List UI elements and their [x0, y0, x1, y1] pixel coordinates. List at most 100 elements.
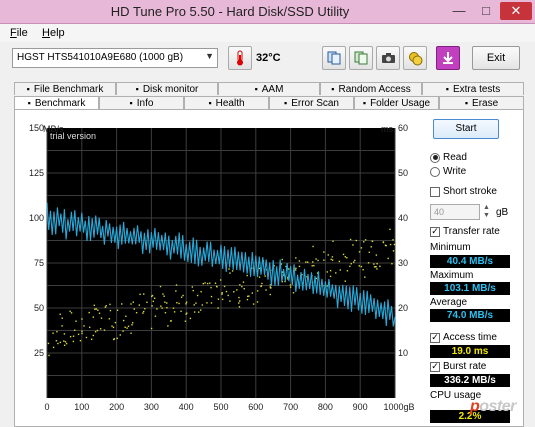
average-label: Average	[430, 297, 468, 308]
access-time-point	[231, 270, 234, 272]
drive-select[interactable]: HGST HTS541010A9E680 (1000 gB) ▼	[12, 48, 218, 68]
access-time-point	[162, 293, 164, 295]
tab-aam[interactable]: ▪ AAM	[218, 82, 320, 95]
average-value: 74.0 MB/s	[430, 309, 510, 322]
access-time-point	[164, 301, 166, 303]
start-button[interactable]: Start	[433, 119, 499, 139]
save-button[interactable]	[436, 46, 460, 70]
access-time-point	[127, 325, 130, 327]
short-stroke-stepper[interactable]: ▲ ▼	[483, 204, 493, 220]
access-time-point	[256, 301, 259, 303]
access-time-point	[130, 303, 132, 305]
access-time-point	[151, 305, 153, 307]
access-time-point	[298, 260, 301, 262]
access-time-checkbox[interactable]: ✓ Access time	[430, 332, 497, 343]
access-time-point	[159, 285, 162, 288]
access-time-point	[116, 309, 119, 311]
tab-info[interactable]: ▪ Info	[99, 96, 184, 109]
access-time-point	[331, 256, 334, 258]
tab-extra-tests[interactable]: ▪ Extra tests	[422, 82, 524, 95]
access-time-point	[289, 286, 292, 288]
access-time-point	[331, 259, 334, 261]
access-time-point	[206, 282, 209, 285]
access-time-point	[64, 341, 67, 343]
toolbar: HGST HTS541010A9E680 (1000 gB) ▼ 32°C Ex…	[0, 42, 535, 76]
access-time-point	[251, 292, 254, 294]
coins-icon	[408, 51, 422, 65]
access-time-point	[323, 251, 325, 253]
chart-ylabel-right: ms	[381, 124, 393, 134]
access-time-point	[199, 309, 202, 311]
short-stroke-input[interactable]: 40	[430, 204, 480, 220]
tab-folder-usage[interactable]: ▪ Folder Usage	[354, 96, 439, 109]
access-time-point	[221, 293, 223, 295]
close-button[interactable]: ✕	[500, 2, 532, 20]
tab-random-access[interactable]: ▪ Random Access	[320, 82, 422, 95]
access-time-point	[135, 311, 138, 314]
access-time-point	[376, 262, 378, 265]
tab-disk-monitor[interactable]: ▪ Disk monitor	[116, 82, 218, 95]
speaker-icon: ▪	[254, 84, 258, 94]
access-time-point	[63, 344, 66, 347]
chevron-down-icon: ▼	[205, 51, 214, 61]
tab-label: Erase	[472, 97, 499, 109]
access-time-point	[184, 320, 187, 322]
magnifier-icon: ▪	[284, 98, 288, 108]
read-radio[interactable]: Read	[430, 152, 467, 163]
tab-erase[interactable]: ▪ Erase	[439, 96, 524, 109]
menu-help[interactable]: Help	[42, 27, 65, 39]
copy-all-button[interactable]	[349, 46, 373, 70]
tab-benchmark[interactable]: ▪ Benchmark	[14, 96, 99, 109]
access-time-point	[214, 282, 217, 284]
x-tick-label: 0	[44, 402, 49, 412]
access-time-point	[151, 294, 154, 297]
access-time-point	[125, 315, 127, 317]
access-time-point	[306, 261, 309, 263]
access-time-point	[56, 330, 58, 333]
tab-error-scan[interactable]: ▪ Error Scan	[269, 96, 354, 109]
access-time-point	[192, 289, 194, 292]
burst-rate-checkbox[interactable]: ✓ Burst rate	[430, 361, 486, 372]
access-time-point	[195, 302, 197, 304]
maximize-button[interactable]: □	[474, 2, 498, 20]
access-time-point	[261, 282, 263, 285]
access-time-point	[229, 272, 231, 274]
access-time-point	[389, 243, 392, 246]
minimize-button[interactable]: —	[447, 2, 471, 20]
access-time-point	[368, 251, 371, 254]
options-button[interactable]	[403, 46, 427, 70]
menu-file[interactable]: File	[10, 27, 28, 39]
access-time-point	[160, 305, 162, 307]
access-time-point	[349, 238, 352, 241]
exit-button[interactable]: Exit	[472, 46, 520, 70]
access-time-point	[70, 312, 73, 314]
transfer-rate-checkbox[interactable]: ✓ Transfer rate	[430, 226, 500, 237]
write-label: Write	[443, 166, 467, 177]
access-time-point	[104, 306, 107, 308]
copy-info-button[interactable]	[322, 46, 346, 70]
access-time-point	[391, 263, 393, 265]
write-radio[interactable]: Write	[430, 166, 466, 177]
access-time-point	[72, 340, 75, 343]
tab-health[interactable]: ▪ Health	[184, 96, 269, 109]
tab-file-benchmark[interactable]: ▪ File Benchmark	[14, 82, 116, 95]
tab-label: Health	[215, 97, 245, 109]
menu-file-hotkey: F	[10, 27, 17, 39]
lightbulb-icon: ▪	[27, 98, 31, 108]
access-time-point	[311, 265, 313, 267]
access-time-point	[142, 310, 145, 313]
x-tick-label: 100	[74, 402, 89, 412]
access-time-point	[239, 300, 241, 302]
y-right-tick-label: 10	[398, 348, 408, 358]
access-time-point	[317, 259, 319, 262]
temperature-button[interactable]	[228, 46, 252, 70]
y-right-tick-label: 30	[398, 258, 408, 268]
access-time-point	[98, 312, 101, 314]
disk-monitor-icon: ▪	[135, 84, 139, 94]
access-time-point	[295, 267, 297, 270]
short-stroke-checkbox[interactable]: Short stroke	[430, 186, 497, 197]
access-time-point	[108, 318, 111, 320]
access-time-point	[178, 302, 180, 305]
access-time-point	[373, 266, 376, 268]
screenshot-button[interactable]	[376, 46, 400, 70]
